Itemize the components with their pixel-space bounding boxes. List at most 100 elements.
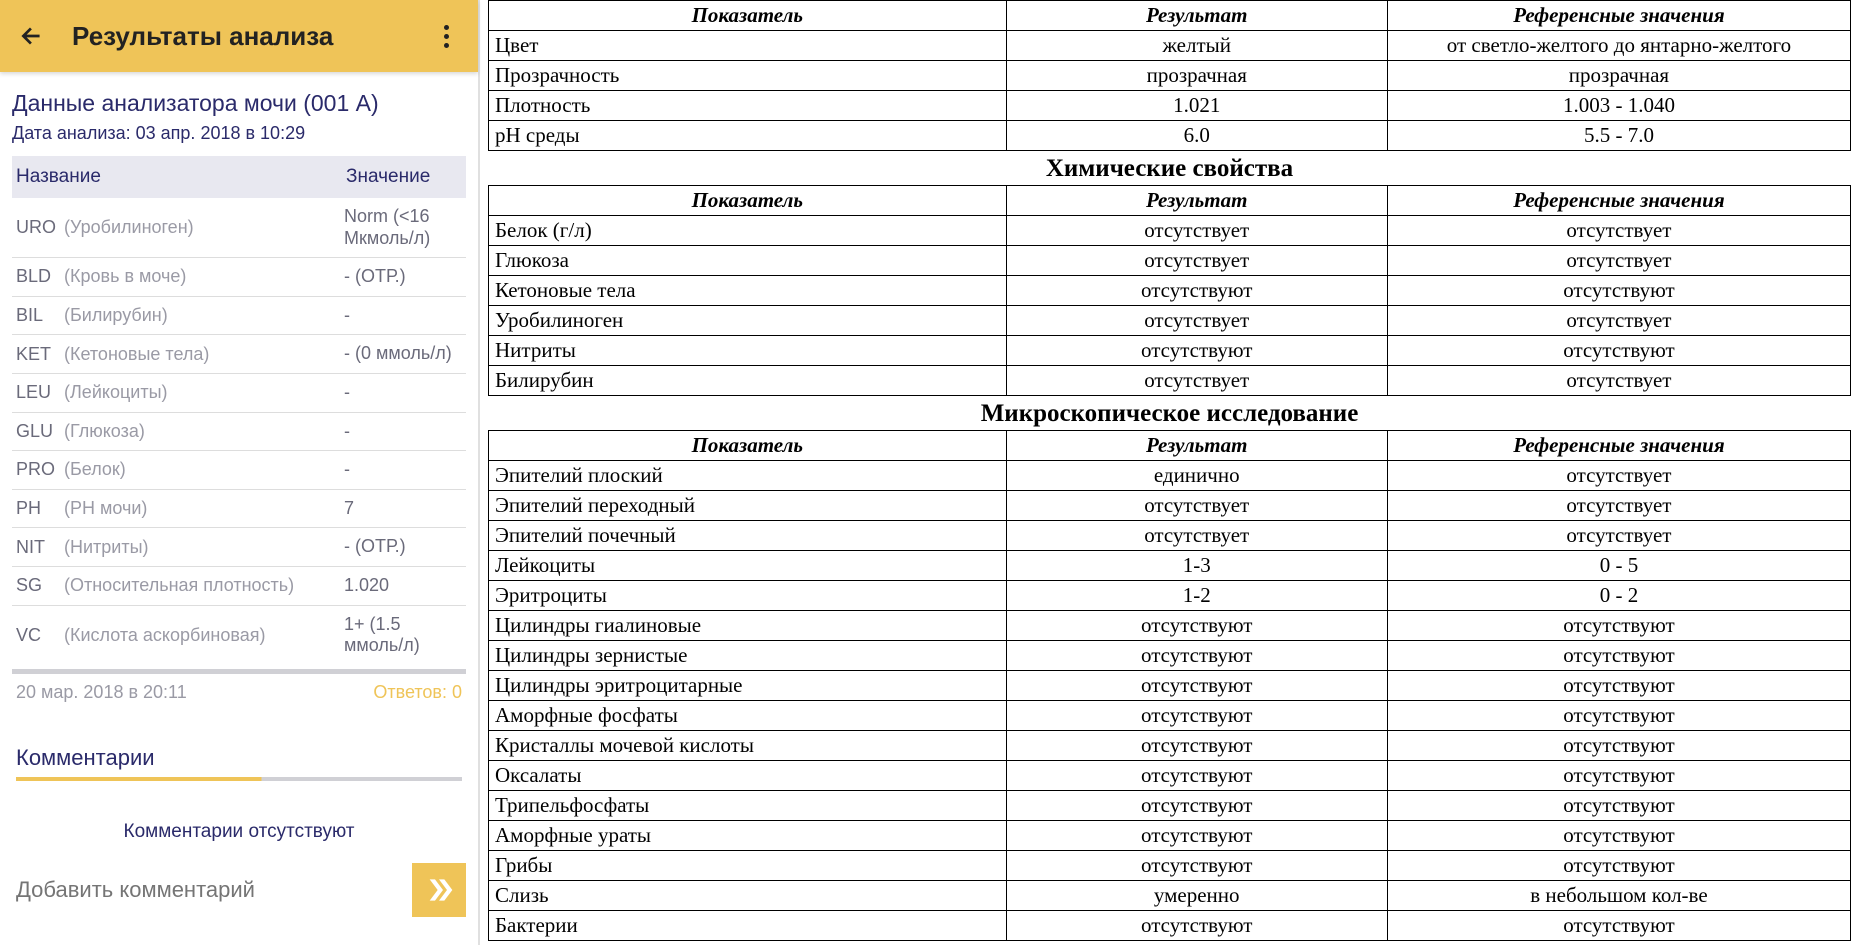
cell-result: отсутствуют (1006, 276, 1387, 306)
cell-ref: от светло-желтого до янтарно-желтого (1387, 31, 1850, 61)
footer-row: 20 мар. 2018 в 20:11 Ответов: 0 (12, 674, 466, 703)
table-row: Оксалатыотсутствуютотсутствуют (489, 761, 1851, 791)
cell-ref: отсутствует (1387, 491, 1850, 521)
table-row[interactable]: BIL(Билирубин)- (12, 297, 466, 336)
param-code: PRO (16, 459, 64, 480)
chemical-section-heading: Химические свойства (488, 151, 1851, 185)
table-row: Прозрачностьпрозрачнаяпрозрачная (489, 61, 1851, 91)
param-value: - (ОТР.) (344, 536, 462, 558)
param-desc: (Кровь в моче) (64, 266, 344, 287)
table-header-row: Показатель Результат Референсные значени… (489, 1, 1851, 31)
document-panel: Показатель Результат Референсные значени… (480, 0, 1859, 945)
cell-result: 1-3 (1006, 551, 1387, 581)
param-desc: (Билирубин) (64, 305, 344, 326)
comment-input-area (12, 863, 466, 917)
cell-ref: прозрачная (1387, 61, 1850, 91)
cell-result: отсутствуют (1006, 731, 1387, 761)
cell-ref: отсутствует (1387, 366, 1850, 396)
param-value: 1.020 (344, 575, 462, 597)
table-row: Слизьумереннов небольшом кол-ве (489, 881, 1851, 911)
cell-param: Кетоновые тела (489, 276, 1007, 306)
cell-result: отсутствует (1006, 491, 1387, 521)
cell-result: желтый (1006, 31, 1387, 61)
header-result: Результат (1006, 186, 1387, 216)
table-row[interactable]: PRO(Белок)- (12, 451, 466, 490)
content-area: Данные анализатора мочи (001 A) Дата ана… (0, 72, 478, 945)
table-row: Грибыотсутствуютотсутствуют (489, 851, 1851, 881)
cell-result: отсутствуют (1006, 911, 1387, 941)
param-value: 1+ (1.5 ммоль/л) (344, 614, 462, 657)
footer-date: 20 мар. 2018 в 20:11 (16, 682, 187, 703)
cell-ref: отсутствуют (1387, 701, 1850, 731)
param-value: - (0 ммоль/л) (344, 343, 462, 365)
table-row: Белок (г/л)отсутствуетотсутствует (489, 216, 1851, 246)
cell-param: Эритроциты (489, 581, 1007, 611)
cell-result: единично (1006, 461, 1387, 491)
results-table-body: URO(Уробилиноген)Norm (<16 Мкмоль/л)BLD(… (12, 198, 466, 665)
param-value: Norm (<16 Мкмоль/л) (344, 206, 462, 249)
cell-result: отсутствует (1006, 246, 1387, 276)
cell-ref: отсутствуют (1387, 276, 1850, 306)
cell-param: Цилиндры гиалиновые (489, 611, 1007, 641)
table-row[interactable]: NIT(Нитриты)- (ОТР.) (12, 528, 466, 567)
cell-result: отсутствуют (1006, 671, 1387, 701)
table-row[interactable]: PH(РН мочи)7 (12, 490, 466, 529)
cell-ref: отсутствует (1387, 246, 1850, 276)
send-comment-button[interactable] (412, 863, 466, 917)
param-code: VC (16, 625, 64, 646)
table-row: Цветжелтыйот светло-желтого до янтарно-ж… (489, 31, 1851, 61)
overflow-menu-icon[interactable] (430, 20, 462, 52)
cell-ref: отсутствуют (1387, 731, 1850, 761)
param-desc: (РН мочи) (64, 498, 344, 519)
cell-param: Аморфные фосфаты (489, 701, 1007, 731)
table-header-row: Показатель Результат Референсные значени… (489, 186, 1851, 216)
table-row: Эритроциты1-20 - 2 (489, 581, 1851, 611)
table-row: Глюкозаотсутствуетотсутствует (489, 246, 1851, 276)
table-row[interactable]: GLU(Глюкоза)- (12, 413, 466, 452)
back-arrow-icon[interactable] (16, 20, 48, 52)
table-row: Цилиндры гиалиновыеотсутствуютотсутствую… (489, 611, 1851, 641)
table-row: pH среды6.05.5 - 7.0 (489, 121, 1851, 151)
cell-result: отсутствуют (1006, 821, 1387, 851)
mobile-app-panel: Результаты анализа Данные анализатора мо… (0, 0, 480, 945)
header-param: Показатель (489, 431, 1007, 461)
table-row: Билирубинотсутствуетотсутствует (489, 366, 1851, 396)
column-header-name: Название (16, 166, 346, 188)
cell-param: Цилиндры зернистые (489, 641, 1007, 671)
param-code: PH (16, 498, 64, 519)
results-table-header: Название Значение (12, 156, 466, 198)
table-row[interactable]: URO(Уробилиноген)Norm (<16 Мкмоль/л) (12, 198, 466, 258)
answers-count[interactable]: Ответов: 0 (373, 682, 462, 703)
table-row[interactable]: LEU(Лейкоциты)- (12, 374, 466, 413)
table-row[interactable]: BLD(Кровь в моче)- (ОТР.) (12, 258, 466, 297)
cell-param: Прозрачность (489, 61, 1007, 91)
header-ref: Референсные значения (1387, 1, 1850, 31)
cell-param: Кристаллы мочевой кислоты (489, 731, 1007, 761)
table-row[interactable]: VC(Кислота аскорбиновая)1+ (1.5 ммоль/л) (12, 606, 466, 665)
app-bar: Результаты анализа (0, 0, 478, 72)
cell-result: 6.0 (1006, 121, 1387, 151)
table-row: Аморфные уратыотсутствуютотсутствуют (489, 821, 1851, 851)
table-row: Эпителий плоскийединичноотсутствует (489, 461, 1851, 491)
param-value: - (344, 459, 462, 481)
cell-result: отсутствует (1006, 306, 1387, 336)
table-row: Цилиндры эритроцитарныеотсутствуютотсутс… (489, 671, 1851, 701)
cell-param: Белок (г/л) (489, 216, 1007, 246)
param-code: BIL (16, 305, 64, 326)
table-row: Плотность1.0211.003 - 1.040 (489, 91, 1851, 121)
cell-result: отсутствуют (1006, 851, 1387, 881)
cell-result: отсутствуют (1006, 761, 1387, 791)
param-desc: (Лейкоциты) (64, 382, 344, 403)
cell-param: Грибы (489, 851, 1007, 881)
cell-ref: отсутствуют (1387, 761, 1850, 791)
cell-param: Эпителий плоский (489, 461, 1007, 491)
param-value: 7 (344, 498, 462, 520)
param-desc: (Белок) (64, 459, 344, 480)
table-row[interactable]: KET(Кетоновые тела)- (0 ммоль/л) (12, 335, 466, 374)
table-row[interactable]: SG(Относительная плотность)1.020 (12, 567, 466, 606)
cell-ref: отсутствуют (1387, 336, 1850, 366)
cell-ref: в небольшом кол-ве (1387, 881, 1850, 911)
physical-properties-table: Показатель Результат Референсные значени… (488, 0, 1851, 151)
cell-result: отсутствует (1006, 521, 1387, 551)
comment-input[interactable] (12, 869, 412, 911)
